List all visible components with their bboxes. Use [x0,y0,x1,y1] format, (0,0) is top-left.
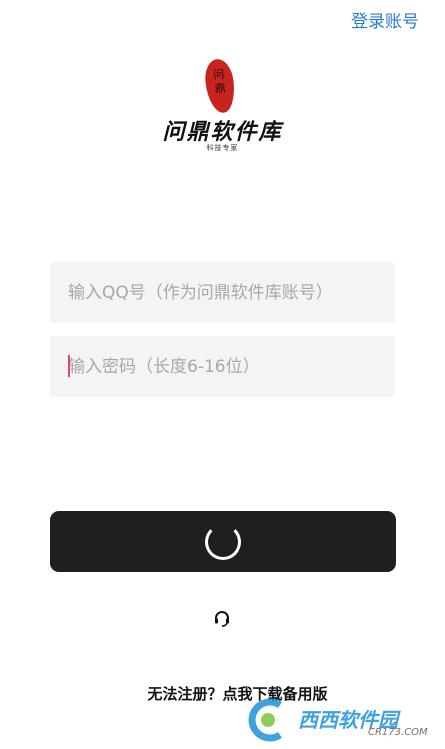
seal-text: 问 鼎 [204,67,235,98]
submit-button[interactable] [50,511,396,572]
password-input[interactable] [50,336,395,397]
qq-field[interactable] [50,262,395,323]
customer-service-icon[interactable] [212,609,232,629]
seal-char-2: 鼎 [214,81,227,96]
logo-tagline: 科技专家 [206,144,239,152]
qq-input[interactable] [50,262,395,323]
watermark-logo-icon [248,698,282,742]
site-watermark: 西西软件园 CR173.COM [240,695,445,748]
watermark-domain: CR173.COM [368,727,428,738]
app-logo: 问 鼎 问鼎软件库 科技专家 [0,55,445,160]
login-account-link[interactable]: 登录账号 [351,7,419,32]
seal-char-1: 问 [212,67,225,82]
password-field[interactable] [50,336,395,397]
logo-title: 问鼎软件库 [162,119,283,145]
seal-stamp: 问 鼎 [203,57,237,115]
loading-spinner-icon [205,524,241,560]
